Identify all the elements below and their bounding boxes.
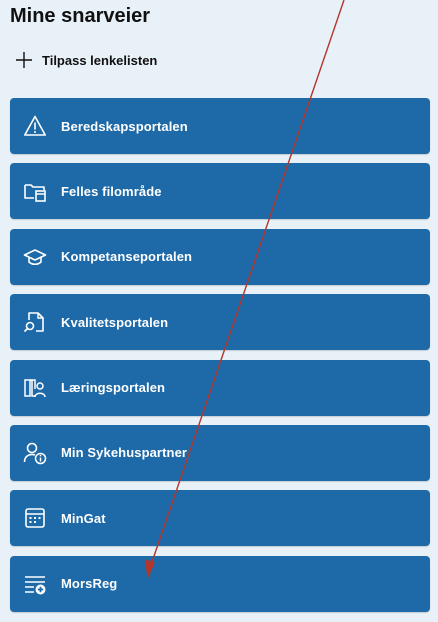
- shortcut-list: Beredskapsportalen Felles filområde Komp…: [10, 98, 430, 621]
- page-title: Mine snarveier: [10, 5, 151, 27]
- shortcut-label: Læringsportalen: [61, 380, 166, 396]
- document-search-icon: [22, 309, 48, 335]
- shortcut-label: MorsReg: [61, 576, 118, 592]
- folder-files-icon: [22, 178, 48, 204]
- customize-links-label: Tilpass lenkelisten: [42, 52, 158, 68]
- shortcut-mingat[interactable]: MinGat: [10, 490, 430, 547]
- shortcut-beredskapsportalen[interactable]: Beredskapsportalen: [10, 98, 430, 154]
- shortcut-label: Kompetanseportalen: [61, 249, 193, 265]
- shortcut-laeringsportalen[interactable]: Læringsportalen: [10, 359, 430, 416]
- calendar-grid-icon: [22, 505, 48, 531]
- shortcut-felles-filomrade[interactable]: Felles filområde: [10, 163, 430, 220]
- list-add-icon: [22, 571, 48, 597]
- graduation-cap-icon: [22, 244, 48, 270]
- shortcut-kompetanseportalen[interactable]: Kompetanseportalen: [10, 228, 430, 285]
- shortcut-label: MinGat: [61, 510, 106, 526]
- plus-icon: [16, 52, 32, 68]
- shortcut-label: Min Sykehuspartner: [61, 445, 188, 461]
- shortcuts-panel: Mine snarveier Tilpass lenkelisten Bered…: [0, 0, 438, 622]
- person-info-icon: [22, 440, 48, 466]
- shortcut-label: Kvalitetsportalen: [61, 314, 169, 330]
- shortcut-kvalitetsportalen[interactable]: Kvalitetsportalen: [10, 294, 430, 351]
- customize-links-button[interactable]: Tilpass lenkelisten: [14, 48, 157, 72]
- warning-icon: [22, 113, 48, 139]
- shortcut-morsreg[interactable]: MorsReg: [10, 555, 430, 612]
- shortcut-label: Felles filområde: [61, 183, 162, 199]
- book-person-icon: [22, 375, 48, 401]
- shortcut-min-sykehuspartner[interactable]: Min Sykehuspartner: [10, 424, 430, 481]
- shortcut-label: Beredskapsportalen: [61, 118, 188, 134]
